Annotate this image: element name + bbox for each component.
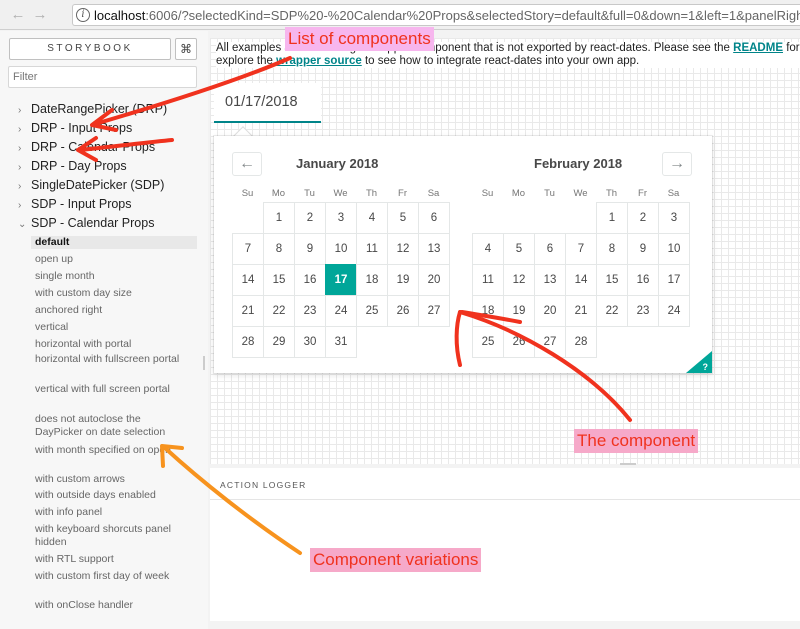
annotation-arrows (76, 56, 632, 555)
arrow-to-variations (163, 446, 302, 555)
annotation-component-variations: Component variations (310, 548, 482, 572)
arrow-to-component-2 (454, 310, 462, 367)
annotation-the-component: The component (574, 429, 699, 453)
arrow-to-component-1 (458, 310, 632, 422)
arrow-to-component-list-1 (93, 56, 292, 126)
annotation-list-of-components: List of components (285, 27, 434, 51)
